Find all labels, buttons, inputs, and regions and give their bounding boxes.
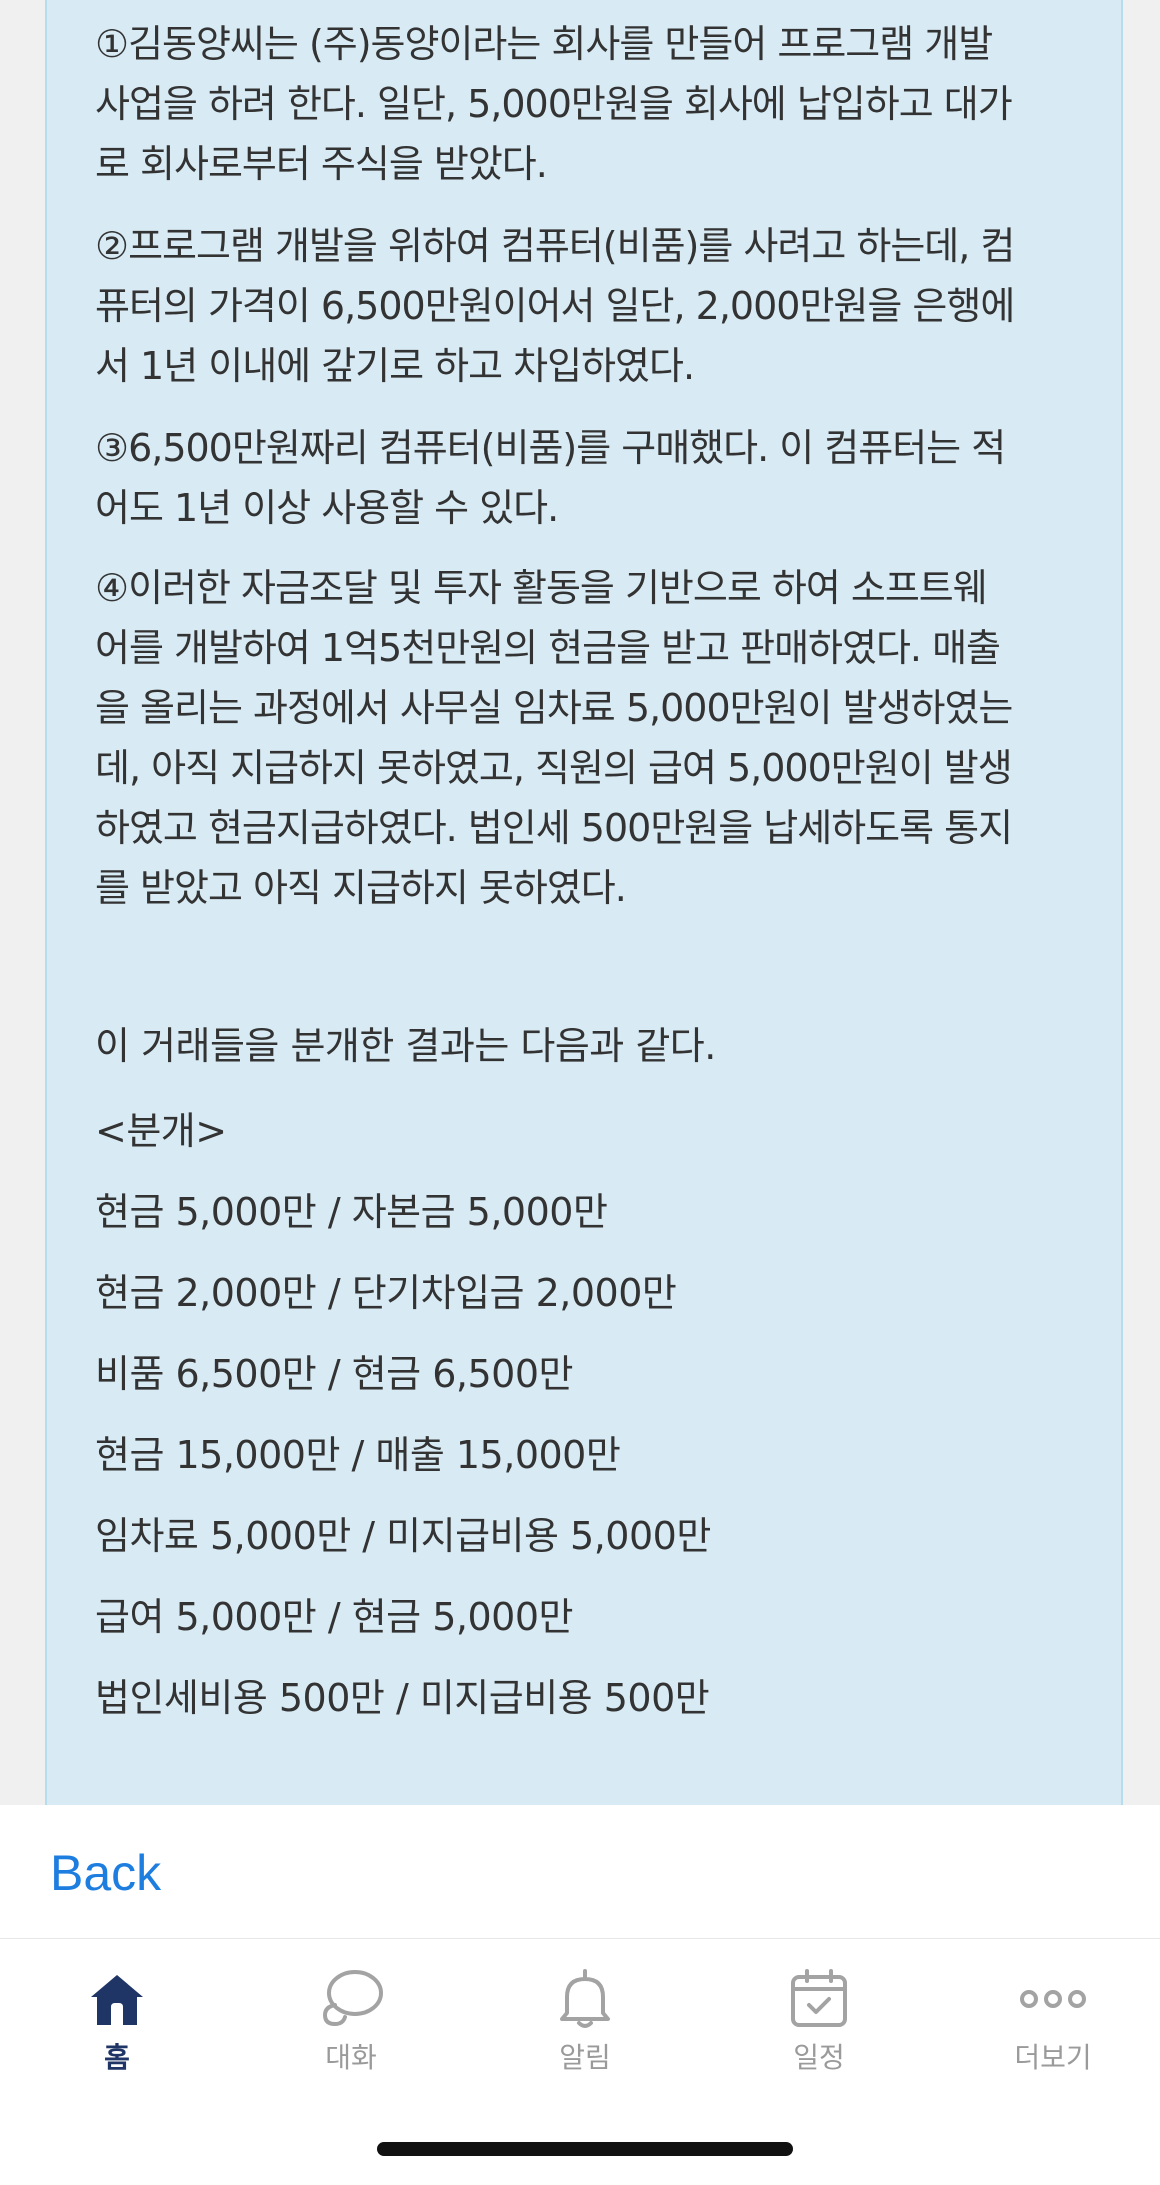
tab-label: 더보기 [1014,2041,1092,2074]
journal-heading: <분개> [95,1109,227,1153]
content-scroll-area[interactable]: ①김동양씨는 (주)동양이라는 회사를 만들어 프로그램 개발 사업을 하려 한… [0,0,1160,1805]
tab-notifications[interactable]: 알림 [505,1967,665,2097]
journal-entry: 급여 5,000만 / 현금 5,000만 [95,1595,573,1639]
transaction-paragraph-2: ②프로그램 개발을 위하여 컴퓨터(비품)를 사려고 하는데, 컴 퓨터의 가격… [95,224,1015,388]
calendar-check-icon [791,1969,847,2027]
home-icon [91,1975,143,2025]
summary-intro: 이 거래들을 분개한 결과는 다음과 같다. [95,1024,716,1068]
home-indicator[interactable] [377,2142,793,2156]
transaction-paragraph-1: ①김동양씨는 (주)동양이라는 회사를 만들어 프로그램 개발 사업을 하려 한… [95,22,1013,186]
bell-icon [560,1969,610,2028]
tab-schedule[interactable]: 일정 [739,1967,899,2097]
chat-bubbles-icon [322,1970,383,2027]
journal-entry: 현금 15,000만 / 매출 15,000만 [95,1433,621,1477]
tab-label: 일정 [793,2041,845,2074]
transaction-paragraph-4: ④이러한 자금조달 및 투자 활동을 기반으로 하여 소프트웨 어를 개발하여 … [95,566,1013,910]
tab-label: 알림 [559,2041,611,2074]
journal-entry: 비품 6,500만 / 현금 6,500만 [95,1352,573,1396]
journal-entry: 현금 5,000만 / 자본금 5,000만 [95,1190,608,1234]
back-bar: Back [0,1805,1160,1939]
tab-chat[interactable]: 대화 [271,1967,431,2097]
tab-label: 대화 [325,2041,377,2074]
tab-more[interactable]: 더보기 [973,1967,1133,2097]
app-screen: ①김동양씨는 (주)동양이라는 회사를 만들어 프로그램 개발 사업을 하려 한… [0,0,1160,2185]
journal-entry: 현금 2,000만 / 단기차입금 2,000만 [95,1271,677,1315]
transaction-paragraph-3: ③6,500만원짜리 컴퓨터(비품)를 구매했다. 이 컴퓨터는 적 어도 1년… [95,426,1006,530]
journal-entry: 법인세비용 500만 / 미지급비용 500만 [95,1676,710,1720]
content-card: ①김동양씨는 (주)동양이라는 회사를 만들어 프로그램 개발 사업을 하려 한… [45,0,1123,1805]
journal-entry: 임차료 5,000만 / 미지급비용 5,000만 [95,1514,711,1558]
tab-label: 홈 [104,2041,130,2074]
back-button[interactable]: Back [50,1843,161,1903]
tab-home[interactable]: 홈 [37,1967,197,2097]
more-dots-icon [1020,1990,1086,2008]
